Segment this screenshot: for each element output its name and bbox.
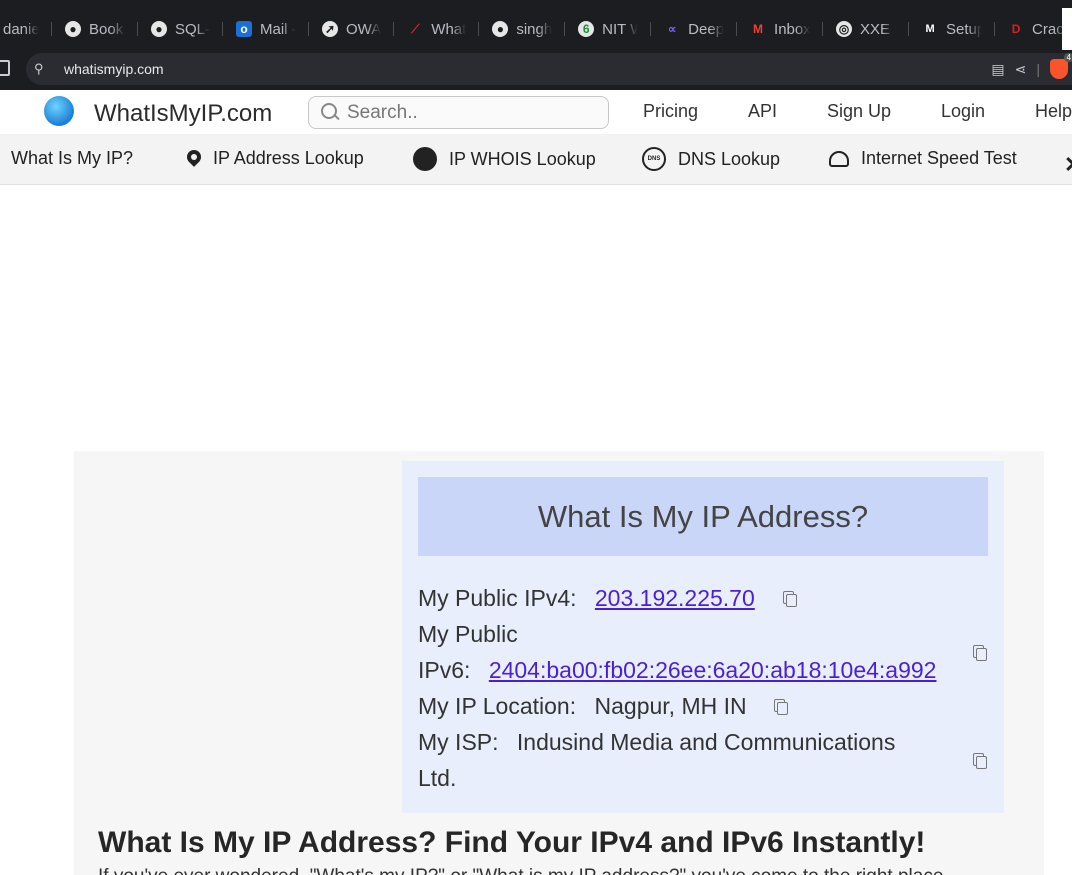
site-header: WhatIsMyIP.com Pricing API Sign Up Login… <box>0 90 1072 134</box>
nav-api[interactable]: API <box>748 101 777 122</box>
bookmark-deep[interactable]: ∝ Deep <box>651 8 737 50</box>
ipv6-label-line1: My Public <box>418 621 518 647</box>
subnav-ip-address-lookup[interactable]: IP Address Lookup <box>187 148 364 169</box>
bookmark-label: Mail - <box>260 20 297 38</box>
subnav-label: IP WHOIS Lookup <box>449 148 596 169</box>
subnav-label: DNS Lookup <box>678 148 781 169</box>
article-heading: What Is My IP Address? Find Your IPv4 an… <box>98 826 926 859</box>
subnav-what-is-my-ip[interactable]: What Is My IP? <box>11 148 133 169</box>
bookmark-label: OWA <box>346 20 382 38</box>
bookmarks-bar: danie ● Books ● SQL- o Mail - ➚ OWA ⟋ What ● s… <box>0 8 1062 50</box>
globe-icon <box>413 147 437 171</box>
github-icon: ● <box>492 21 509 37</box>
bookmark-inbox[interactable]: M Inbox <box>737 8 824 50</box>
bookmark-mail[interactable]: o Mail - <box>223 8 310 50</box>
ip-card-title: What Is My IP Address? <box>418 477 988 556</box>
site-logo-text[interactable]: WhatIsMyIP.com <box>94 100 272 128</box>
copy-location-icon[interactable] <box>774 699 788 715</box>
bookmark-label: What <box>431 20 467 38</box>
gmail-icon: M <box>753 22 764 36</box>
outlook-icon: o <box>236 21 253 37</box>
nav-sign-up[interactable]: Sign Up <box>827 101 891 122</box>
bookmark-label: Setup <box>946 20 983 38</box>
dns-icon: DNS <box>642 147 666 171</box>
ipv6-link[interactable]: 2404:ba00:fb02:26ee:6a20:ab18:10e4:a992 <box>489 657 937 683</box>
d-icon: D <box>1011 22 1021 36</box>
divider: | <box>1036 61 1040 77</box>
location-value: Nagpur, MH IN <box>594 693 747 719</box>
isp-row: My ISP: Indusind Media and Communication… <box>418 729 895 756</box>
bookmark-label: Deep <box>688 20 725 38</box>
search-input[interactable] <box>347 101 597 125</box>
nav-pricing[interactable]: Pricing <box>643 101 698 122</box>
bookmark-singh[interactable]: ● singh <box>479 8 566 50</box>
xxe-icon: ◎ <box>836 21 853 37</box>
github-icon: ● <box>151 21 167 37</box>
bookmark-setup[interactable]: M Setup <box>909 8 996 50</box>
copy-ipv4-icon[interactable] <box>783 591 797 607</box>
bookmark-nitw[interactable]: 6 NIT W <box>565 8 652 50</box>
github-icon: ● <box>65 21 81 37</box>
reader-mode-icon[interactable]: ▤ <box>991 61 1004 78</box>
bookmark-books[interactable]: ● Books <box>52 8 138 50</box>
url-bar-actions: ▤ ⋖ | 4 <box>991 53 1072 81</box>
tools-nav: What Is My IP? IP Address Lookup IP WHOI… <box>0 134 1072 185</box>
shield-badge: 4 <box>1063 53 1072 62</box>
isp-value: Indusind Media and Communications <box>516 729 896 755</box>
swoosh-icon: ⟋ <box>411 21 420 36</box>
subnav-internet-speed-test[interactable]: Internet Speed Test <box>829 148 1017 169</box>
copy-ipv6-icon[interactable] <box>973 645 987 661</box>
medium-icon: M <box>925 23 935 35</box>
address-bar-row: ⚲ whatismyip.com ▤ ⋖ | 4 <box>0 50 1072 90</box>
location-pin-icon <box>187 150 201 168</box>
brave-shields-icon[interactable]: 4 <box>1050 53 1072 79</box>
subnav-label: Internet Speed Test <box>861 148 1017 168</box>
bookmark-label: Books <box>89 20 125 38</box>
deep-icon: ∝ <box>667 22 677 36</box>
ipv6-label: IPv6: <box>418 657 471 683</box>
ipv6-row: IPv6: 2404:ba00:fb02:26ee:6a20:ab18:10e4… <box>418 657 936 684</box>
speedometer-icon <box>829 150 849 167</box>
bookmark-label: NIT W <box>602 20 639 38</box>
url-bar[interactable]: ⚲ whatismyip.com ▤ ⋖ | 4 <box>26 53 1072 85</box>
subnav-label: IP Address Lookup <box>213 148 364 168</box>
owa-icon: ➚ <box>322 21 339 37</box>
subnav-ip-whois-lookup[interactable]: IP WHOIS Lookup <box>413 147 596 171</box>
article-intro: If you've ever wondered, "What's my IP?"… <box>98 866 943 875</box>
bookmark-owa[interactable]: ➚ OWA <box>309 8 395 50</box>
bookmark-label: singh <box>516 20 553 38</box>
bookmark-label: danie <box>3 20 39 38</box>
copy-isp-icon[interactable] <box>973 753 987 769</box>
nav-help[interactable]: Help <box>1035 101 1072 122</box>
nitw-icon: 6 <box>578 21 595 37</box>
subnav-label: What Is My IP? <box>11 148 134 168</box>
url-text[interactable]: whatismyip.com <box>64 61 164 77</box>
bookmark-what[interactable]: ⟋ What <box>394 8 480 50</box>
bookmark-danie[interactable]: danie <box>0 8 52 50</box>
ipv4-row: My Public IPv4: 203.192.225.70 <box>418 585 755 612</box>
share-icon[interactable]: ⋖ <box>1015 61 1027 78</box>
search-icon <box>321 103 339 121</box>
nav-login[interactable]: Login <box>941 101 985 122</box>
isp-label: My ISP: <box>418 729 499 755</box>
subnav-dns-lookup[interactable]: DNS DNS Lookup <box>642 147 780 171</box>
ipv4-link[interactable]: 203.192.225.70 <box>595 585 755 611</box>
ipv4-label: My Public IPv4: <box>418 585 577 611</box>
bookmark-label: SQL- <box>175 20 211 38</box>
tools-icon[interactable]: ✕ <box>1064 152 1072 178</box>
location-label: My IP Location: <box>418 693 577 719</box>
site-settings-icon[interactable]: ⚲ <box>34 61 50 77</box>
bookmark-label: XXE I <box>860 20 897 38</box>
logo-globe-icon[interactable] <box>44 96 74 126</box>
bookmark-page-icon[interactable] <box>0 60 10 76</box>
bookmark-xxe[interactable]: ◎ XXE I <box>823 8 910 50</box>
bookmark-label: Crack <box>1032 20 1062 38</box>
location-row: My IP Location: Nagpur, MH IN <box>418 693 747 720</box>
bookmark-label: Inbox <box>774 20 811 38</box>
isp-value-line2: Ltd. <box>418 765 457 791</box>
browser-top-strip <box>0 0 1072 8</box>
search-box[interactable] <box>308 96 609 129</box>
bookmark-crack[interactable]: D Crack <box>995 8 1062 50</box>
bookmark-sql[interactable]: ● SQL- <box>138 8 224 50</box>
